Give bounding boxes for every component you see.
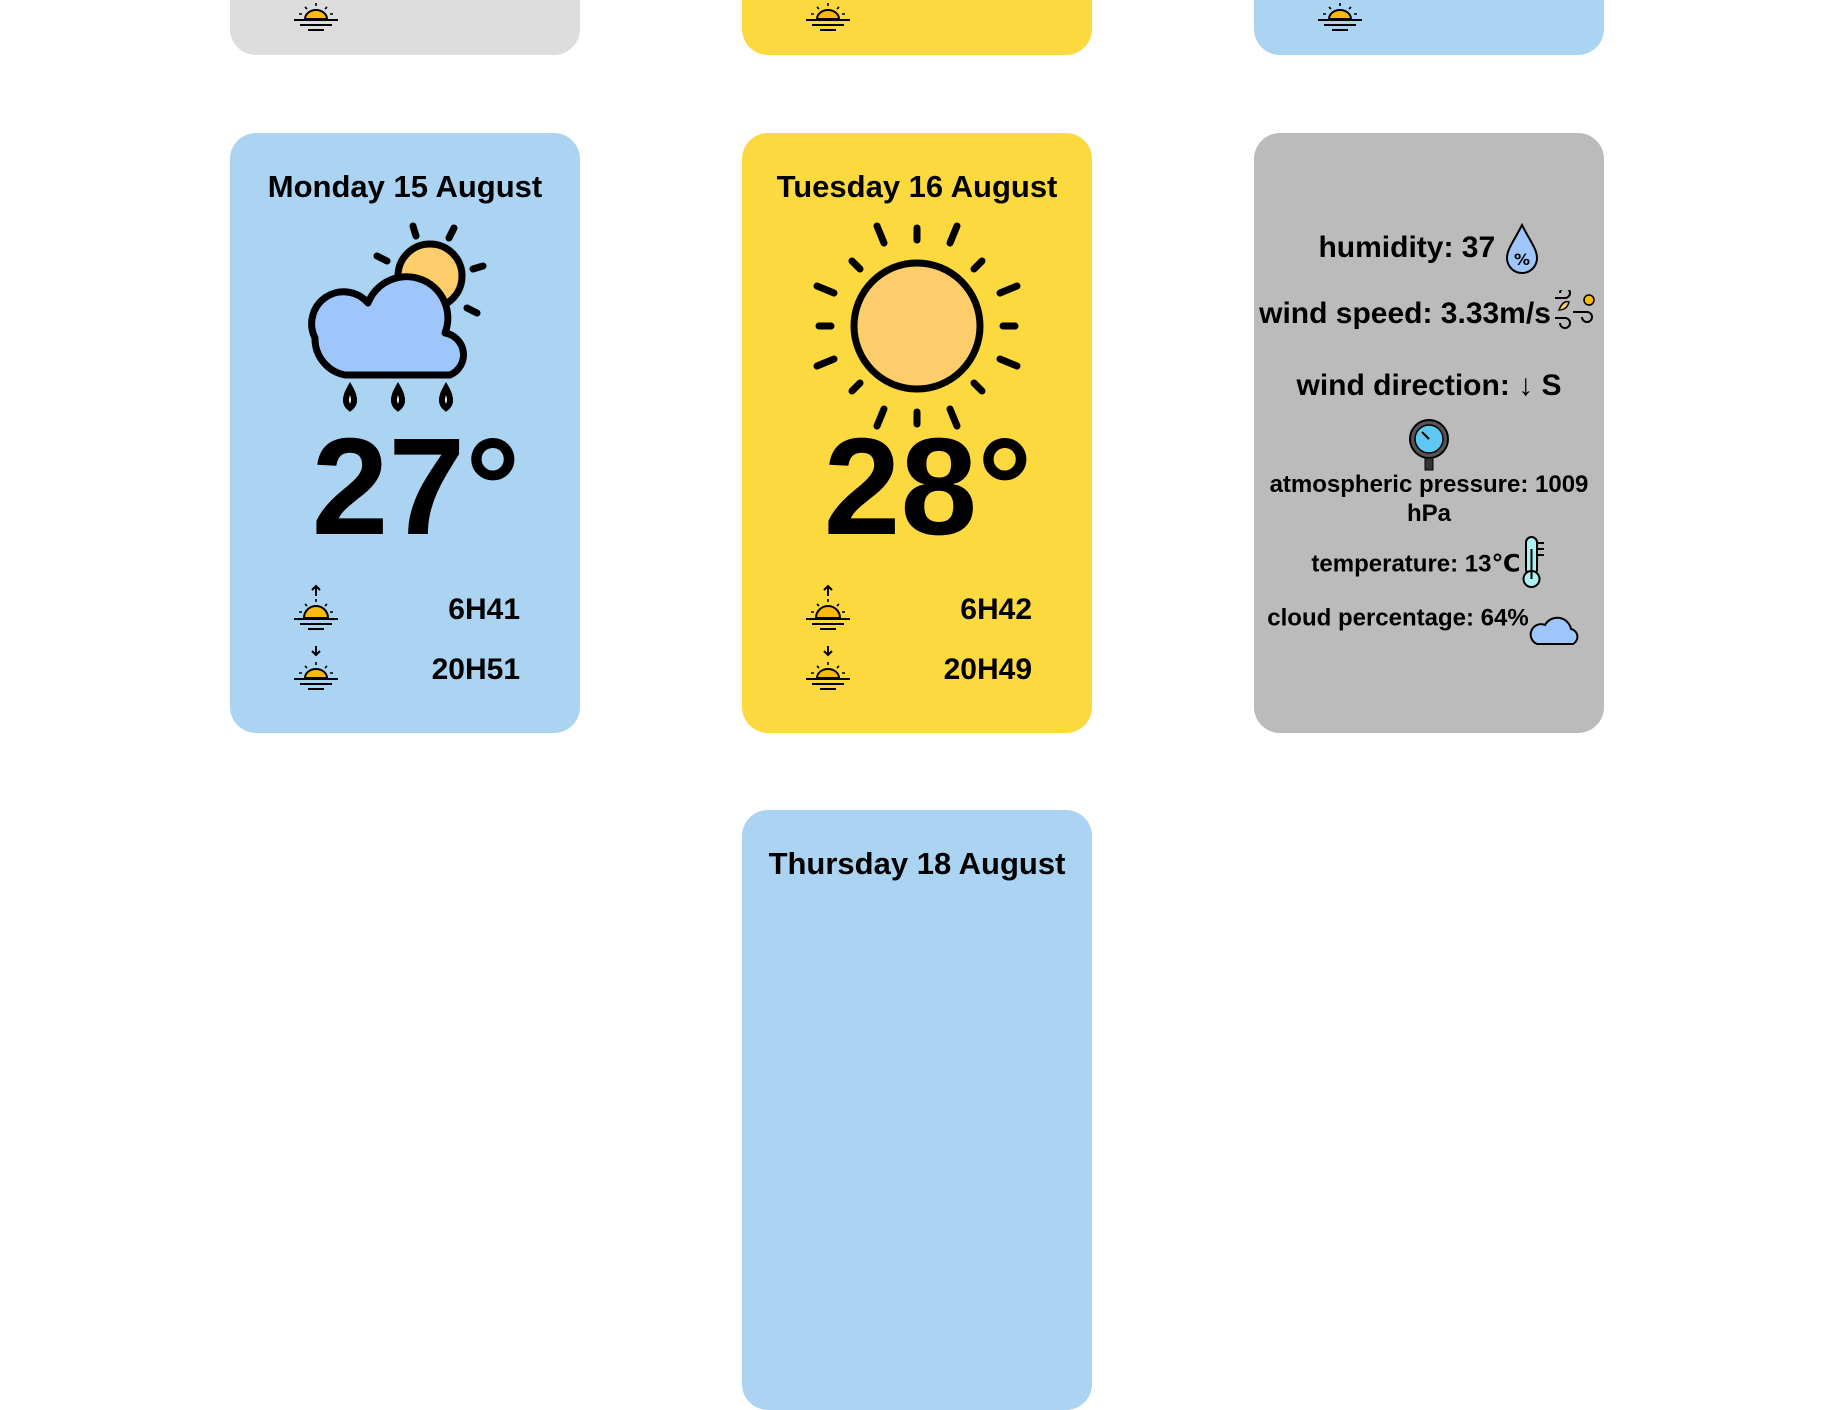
forecast-card-top-1 [230, 0, 580, 55]
wind-speed-row: wind speed: 3.33m/s [1254, 290, 1604, 340]
temperature: 27° [311, 410, 521, 564]
forecast-card-tuesday: Tuesday 16 August 28° 6H42 20H49 [742, 133, 1092, 733]
temperature: 28° [823, 410, 1033, 564]
card-date: Tuesday 16 August [776, 169, 1058, 204]
sunrise-icon [290, 584, 342, 636]
sunrise-time: 6H41 [448, 593, 520, 626]
sunset-icon [802, 0, 854, 37]
forecast-card-monday: Monday 15 August 27° 6H41 20H51 [230, 133, 580, 733]
humidity-text: humidity: 37 [1318, 230, 1496, 264]
sunset-icon [290, 0, 342, 37]
card-date: Monday 15 August [267, 169, 543, 204]
cloud-icon [1529, 616, 1579, 645]
humidity-row: humidity: 37 % [1254, 223, 1604, 275]
cloud-sun-rain-icon [308, 222, 487, 412]
sunrise-time: 6H42 [960, 593, 1032, 626]
sun-icon [813, 222, 1021, 430]
forecast-card-thursday: Thursday 18 August [742, 810, 1092, 1410]
sunset-time: 20H51 [431, 653, 520, 686]
clouds-row: cloud percentage: 64% [1254, 591, 1604, 647]
wind-direction-text: wind direction: ↓ S [1296, 369, 1562, 402]
pressure-text: atmospheric pressure: 1009 hPa [1269, 471, 1589, 527]
card-date: Thursday 18 August [768, 846, 1066, 881]
humidity-drop-icon: % [1505, 223, 1538, 274]
pressure-gauge-icon [1409, 419, 1449, 471]
thermometer-icon [1522, 536, 1544, 588]
sunset-icon [290, 644, 342, 696]
temperature-row: temperature: 13℃ [1254, 536, 1604, 589]
svg-text:%: % [1514, 250, 1530, 269]
sunset-icon [1314, 0, 1366, 37]
clouds-text: cloud percentage: 64% [1267, 604, 1529, 632]
sunrise-icon [802, 584, 854, 636]
forecast-card-top-2 [742, 0, 1092, 55]
temperature-text: temperature: 13℃ [1311, 550, 1521, 578]
weather-details-card: humidity: 37 % wind speed: 3.33m/s wind … [1254, 133, 1604, 733]
forecast-card-top-3 [1254, 0, 1604, 55]
wind-speed-text: wind speed: 3.33m/s [1259, 296, 1551, 330]
sunset-time: 20H49 [943, 653, 1032, 686]
wind-icon [1554, 290, 1595, 329]
sunset-icon [802, 644, 854, 696]
